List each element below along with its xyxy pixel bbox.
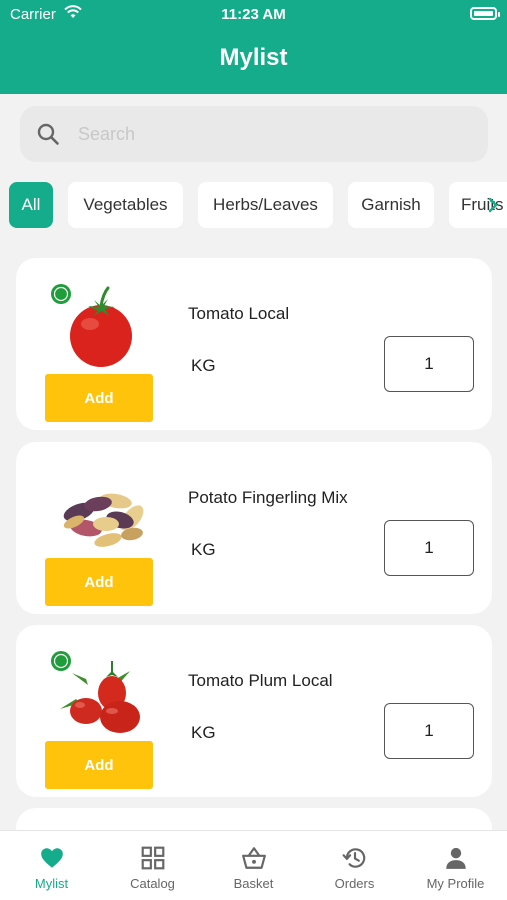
category-chip-garnish[interactable]: Garnish: [348, 182, 434, 228]
tomato-plum-icon: [51, 651, 140, 733]
basket-icon: [242, 847, 266, 869]
product-name: Tomato Local: [188, 304, 290, 323]
search-input[interactable]: [78, 118, 458, 150]
chevron-right-icon[interactable]: [487, 197, 499, 213]
tab-label: My Profile: [426, 876, 485, 891]
page-title: Mylist: [219, 44, 288, 71]
app-header: Carrier 11:23 AM Mylist: [0, 0, 507, 94]
tab-my-profile[interactable]: My Profile: [405, 831, 506, 900]
category-chip-all[interactable]: All: [9, 182, 53, 228]
category-chip-herbs-leaves[interactable]: Herbs/Leaves: [198, 182, 333, 228]
category-filter-bar: All Vegetables Herbs/Leaves Garnish Frui…: [0, 182, 507, 230]
grid-icon: [141, 846, 165, 870]
product-unit: KG: [191, 723, 216, 742]
search-icon: [37, 123, 59, 145]
history-icon: [342, 848, 366, 868]
product-name: Potato Fingerling Mix: [188, 488, 348, 507]
add-button[interactable]: Add: [45, 374, 153, 422]
add-button[interactable]: Add: [45, 741, 153, 789]
tab-label: Basket: [233, 876, 274, 891]
quantity-field[interactable]: 1: [384, 703, 474, 759]
product-unit: KG: [191, 540, 216, 559]
tab-catalog[interactable]: Catalog: [102, 831, 203, 900]
status-time: 11:23 AM: [221, 6, 286, 23]
quantity-field[interactable]: 1: [384, 336, 474, 392]
tab-basket[interactable]: Basket: [203, 831, 304, 900]
tab-label: Catalog: [130, 876, 175, 891]
quantity-field[interactable]: 1: [384, 520, 474, 576]
person-icon: [446, 847, 466, 869]
add-button[interactable]: Add: [45, 558, 153, 606]
battery-icon: [470, 7, 500, 20]
heart-icon: [41, 848, 63, 868]
product-card: Add Tomato Local KG 1: [16, 258, 492, 430]
product-unit: KG: [191, 356, 216, 375]
tab-label: Orders: [334, 876, 375, 891]
category-chip-vegetables[interactable]: Vegetables: [68, 182, 183, 228]
product-card: Add Potato Fingerling Mix KG 1: [16, 442, 492, 614]
search-bar[interactable]: [20, 106, 488, 162]
product-name: Tomato Plum Local: [188, 671, 333, 690]
status-bar: Carrier 11:23 AM: [0, 0, 507, 28]
product-card: Add Tomato Plum Local KG 1: [16, 625, 492, 797]
tomato-icon: [51, 284, 132, 367]
tab-orders[interactable]: Orders: [304, 831, 405, 900]
potato-icon: [63, 493, 144, 547]
tab-mylist[interactable]: Mylist: [1, 831, 102, 900]
tab-label: Mylist: [34, 876, 69, 891]
bottom-tab-bar: Mylist Catalog Basket Orders My Profile: [0, 830, 507, 900]
